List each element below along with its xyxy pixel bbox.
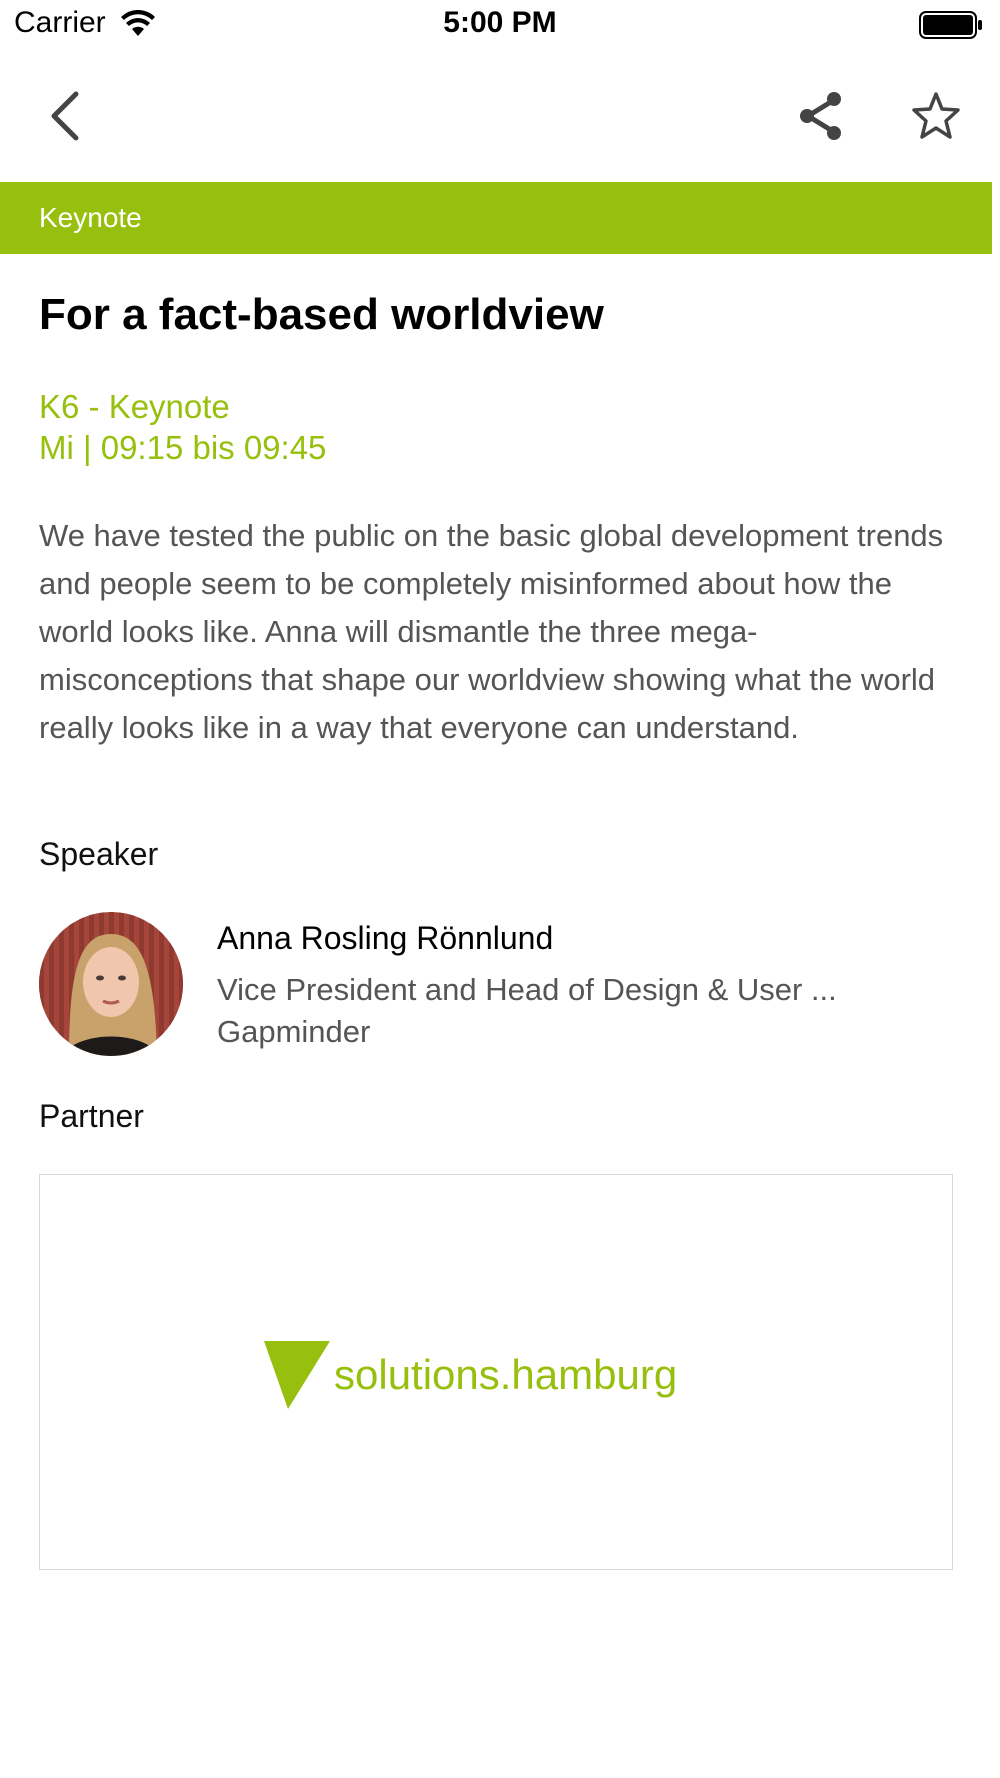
session-description: We have tested the public on the basic g… bbox=[39, 518, 944, 745]
chevron-left-icon bbox=[51, 91, 79, 141]
speaker-heading: Speaker bbox=[39, 836, 159, 872]
session-info: K6 - Keynote Mi | 09:15 bis 09:45 bbox=[39, 386, 326, 468]
back-button[interactable] bbox=[44, 86, 88, 146]
category-label: Keynote bbox=[39, 202, 142, 233]
star-outline-icon bbox=[912, 92, 960, 139]
status-bar: Carrier 5:00 PM bbox=[0, 0, 1000, 50]
speaker-organization: Gapminder bbox=[217, 1014, 371, 1049]
partner-logo-text: solutions.hamburg bbox=[334, 1351, 677, 1398]
category-banner: Keynote bbox=[0, 182, 992, 254]
share-icon bbox=[800, 92, 841, 140]
favorite-button[interactable] bbox=[911, 90, 961, 142]
partner-logo: solutions.hamburg bbox=[264, 1337, 734, 1417]
battery-icon bbox=[919, 11, 982, 39]
session-time: Mi | 09:15 bis 09:45 bbox=[39, 429, 327, 466]
session-title: For a fact-based worldview bbox=[39, 290, 604, 339]
speaker-avatar bbox=[39, 912, 183, 1056]
speaker-name: Anna Rosling Rönnlund bbox=[217, 920, 554, 956]
clock: 5:00 PM bbox=[443, 6, 557, 39]
share-button[interactable] bbox=[796, 90, 846, 142]
speaker-role: Vice President and Head of Design & User… bbox=[217, 972, 837, 1007]
partner-card[interactable]: solutions.hamburg bbox=[39, 1174, 953, 1570]
speaker-row[interactable]: Anna Rosling Rönnlund Vice President and… bbox=[0, 908, 1000, 1058]
partner-heading: Partner bbox=[39, 1098, 144, 1134]
logo-triangle-icon bbox=[264, 1341, 330, 1409]
session-room: K6 - Keynote bbox=[39, 388, 230, 425]
